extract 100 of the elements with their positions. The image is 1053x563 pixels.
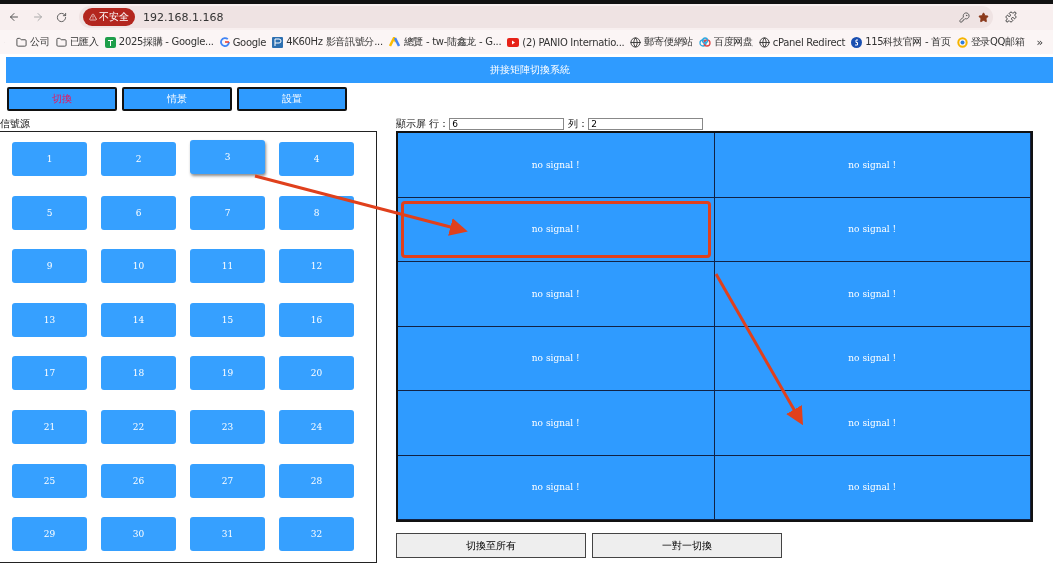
source-button[interactable]: 9 (12, 249, 87, 284)
cloud-icon (698, 37, 711, 47)
source-button[interactable]: 29 (12, 517, 87, 552)
cols-input[interactable]: 2 (588, 118, 704, 130)
source-button[interactable]: 11 (190, 249, 265, 284)
screen-cell[interactable]: no signal ! (714, 262, 1031, 327)
reload-icon[interactable] (56, 11, 67, 23)
page-title: 拼接矩陣切換系統 (489, 63, 570, 77)
section-label: 信號源 (0, 117, 31, 131)
folder-icon (16, 36, 28, 48)
screen-cell[interactable]: no signal ! (714, 391, 1031, 456)
panel-icon (272, 36, 284, 48)
source-button[interactable]: 26 (101, 463, 176, 498)
cell-text: no signal ! (848, 353, 897, 364)
tab[interactable]: 設置 (237, 87, 347, 111)
screen-cell[interactable]: no signal ! (398, 262, 715, 327)
tab[interactable]: 切換 (7, 87, 117, 111)
source-button[interactable]: 19 (190, 356, 265, 391)
folder-icon (55, 36, 67, 48)
bookmark-link[interactable]: 總覽 - tw-陆鑫龙 - G... (388, 35, 502, 49)
source-button[interactable]: 28 (279, 463, 354, 498)
screen-cell[interactable]: no signal ! (714, 197, 1031, 262)
source-button[interactable]: 1 (12, 142, 87, 176)
ads-icon (388, 37, 401, 47)
source-button[interactable]: 25 (12, 463, 87, 498)
star-icon[interactable] (978, 11, 989, 23)
cell-text: no signal ! (531, 353, 580, 364)
source-button[interactable]: 23 (190, 409, 265, 444)
screen-cell[interactable]: no signal ! (714, 455, 1031, 520)
cell-text: no signal ! (531, 288, 580, 299)
cell-text: no signal ! (531, 482, 580, 493)
cell-text: no signal ! (531, 159, 580, 170)
bookmark-link[interactable]: 公司 (16, 35, 50, 49)
bookmark-link[interactable]: 4K60Hz 影音訊號分... (272, 35, 383, 49)
source-button[interactable]: 16 (279, 302, 354, 337)
source-button[interactable]: 18 (101, 356, 176, 391)
bookmark-link[interactable]: 已匯入 (55, 35, 99, 49)
source-button[interactable]: 7 (190, 195, 265, 230)
action-button[interactable]: 一對一切換 (592, 533, 782, 558)
more-bookmarks-button[interactable]: » (1036, 35, 1043, 49)
bookmark-link[interactable]: 登录QQ邮箱 (956, 35, 1025, 49)
tab[interactable]: 情景 (122, 87, 232, 111)
url-text: 192.168.1.168 (143, 10, 225, 24)
source-button[interactable]: 2 (101, 142, 176, 176)
cell-text: no signal ! (531, 417, 580, 428)
source-button[interactable]: 17 (12, 356, 87, 391)
source-button[interactable]: 6 (101, 195, 176, 230)
back-icon[interactable] (8, 11, 20, 23)
source-button[interactable]: 4 (279, 142, 354, 176)
sheet-icon (104, 36, 116, 48)
source-button[interactable]: 32 (279, 517, 354, 552)
rows-label: 顯示屏 行： (396, 117, 450, 131)
source-button[interactable]: 31 (190, 517, 265, 552)
source-button[interactable]: 27 (190, 463, 265, 498)
bookmark-link[interactable]: 2025採購 - Google... (104, 35, 214, 49)
bookmark-link[interactable]: 郵寄便網站 (630, 35, 693, 49)
bookmark-link[interactable]: Google (219, 36, 267, 48)
rows-input[interactable]: 6 (449, 118, 565, 130)
source-button[interactable]: 8 (279, 195, 354, 230)
cell-text: no signal ! (848, 482, 897, 493)
screen-cell[interactable]: no signal ! (714, 133, 1031, 198)
source-button[interactable]: 3 (190, 140, 265, 174)
cell-text: no signal ! (848, 417, 897, 428)
ring-logo-icon (956, 36, 968, 48)
source-button[interactable]: 14 (101, 302, 176, 337)
source-button[interactable]: 21 (12, 409, 87, 444)
screen-cell[interactable]: no signal ! (398, 197, 715, 262)
globe-icon (758, 36, 770, 48)
screen-cell[interactable]: no signal ! (398, 455, 715, 520)
extensions-icon[interactable] (1005, 11, 1017, 23)
cell-text: no signal ! (848, 288, 897, 299)
source-button[interactable]: 10 (101, 249, 176, 284)
globe-icon (630, 36, 642, 48)
key-icon[interactable] (959, 11, 970, 23)
bookmark-link[interactable]: (2) PANIO Internatio... (507, 36, 625, 48)
source-button[interactable]: 15 (190, 302, 265, 337)
address-bar[interactable]: 不安全 192.168.1.168 (79, 6, 993, 28)
cell-text: no signal ! (848, 224, 897, 235)
cell-text: no signal ! (848, 159, 897, 170)
screen-cell[interactable]: no signal ! (398, 326, 715, 391)
circle-logo-icon (851, 36, 863, 48)
bookmark-link[interactable]: 百度网盘 (698, 35, 753, 49)
source-button[interactable]: 5 (12, 195, 87, 230)
security-badge[interactable]: 不安全 (83, 8, 135, 26)
source-button[interactable]: 13 (12, 302, 87, 337)
g-logo-icon (219, 37, 230, 47)
cols-label: 列： (568, 117, 589, 131)
source-button[interactable]: 12 (279, 249, 354, 284)
screen-cell[interactable]: no signal ! (398, 133, 715, 198)
action-button[interactable]: 切換至所有 (396, 533, 586, 558)
screen-cell[interactable]: no signal ! (714, 326, 1031, 391)
screen-cell[interactable]: no signal ! (398, 391, 715, 456)
source-button[interactable]: 24 (279, 409, 354, 444)
video-icon (507, 37, 520, 47)
bookmark-link[interactable]: 115科技官网 - 首页 (851, 35, 951, 49)
source-button[interactable]: 20 (279, 356, 354, 391)
source-button[interactable]: 30 (101, 517, 176, 552)
bookmark-link[interactable]: cPanel Redirect (758, 36, 846, 48)
cell-text: no signal ! (531, 224, 580, 235)
source-button[interactable]: 22 (101, 409, 176, 444)
